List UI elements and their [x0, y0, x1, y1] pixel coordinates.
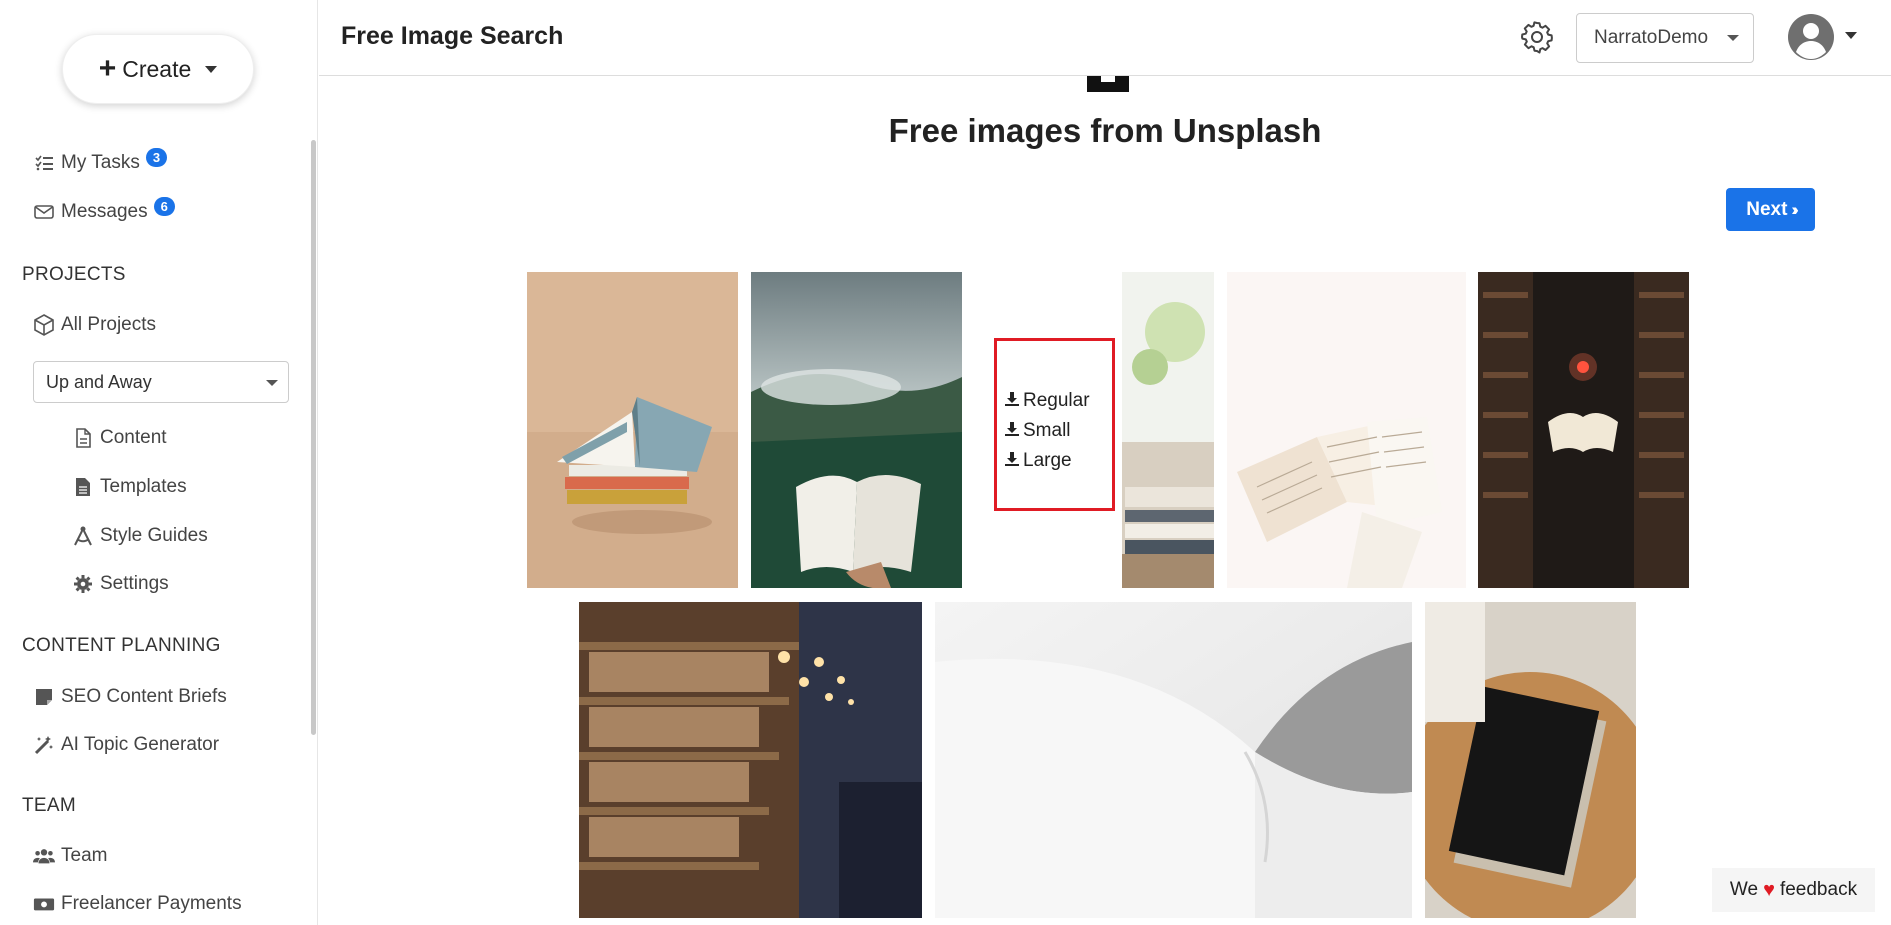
angles-right-icon: ››	[1791, 199, 1799, 219]
download-icon	[1005, 392, 1019, 410]
sidebar-item-messages[interactable]: Messages 6	[33, 196, 175, 223]
feedback-suffix: feedback	[1779, 879, 1858, 900]
sidebar-item-label: My Tasks	[61, 152, 140, 173]
logo-fragment	[1087, 76, 1129, 92]
sidebar-item-style-guides[interactable]: Style Guides	[72, 525, 208, 547]
main-heading: Free images from Unsplash	[888, 112, 1322, 149]
sidebar-item-all-projects[interactable]: All Projects	[33, 314, 156, 336]
compass-drafting-icon	[72, 525, 94, 547]
envelope-icon	[33, 204, 55, 220]
download-large[interactable]: Large	[997, 446, 1112, 476]
sidebar-item-label: Messages	[61, 201, 148, 222]
next-button[interactable]: Next ››	[1726, 188, 1815, 231]
download-label: Regular	[1023, 390, 1090, 411]
note-icon	[33, 688, 55, 706]
sidebar-item-label: Team	[61, 845, 108, 866]
sidebar-item-settings[interactable]: Settings	[72, 573, 169, 595]
image-thumbnail[interactable]	[935, 602, 1412, 918]
feedback-prefix: We	[1729, 879, 1759, 900]
create-label: Create	[122, 55, 192, 82]
chevron-down-icon	[1727, 35, 1739, 41]
chevron-down-icon[interactable]	[1845, 32, 1857, 39]
download-label: Small	[1023, 420, 1071, 441]
top-header: Free Image Search NarratoDemo	[319, 0, 1891, 76]
image-thumbnail[interactable]	[527, 272, 738, 588]
sidebar-item-label: SEO Content Briefs	[61, 686, 227, 707]
sidebar-item-label: Settings	[100, 573, 169, 594]
project-select[interactable]: Up and Away	[33, 361, 289, 403]
account-dropdown[interactable]: NarratoDemo	[1576, 13, 1754, 63]
feedback-button[interactable]: We ♥ feedback	[1712, 868, 1875, 912]
download-regular[interactable]: Regular	[997, 386, 1112, 416]
section-title-projects: PROJECTS	[22, 264, 126, 285]
chevron-down-icon	[266, 380, 278, 386]
sidebar-item-label: AI Topic Generator	[61, 734, 220, 755]
image-thumbnail[interactable]	[751, 272, 962, 588]
file-icon	[72, 428, 94, 448]
money-icon	[33, 896, 55, 912]
section-title-team: TEAM	[22, 795, 76, 816]
sidebar-item-label: All Projects	[61, 314, 157, 335]
project-select-value: Up and Away	[46, 371, 152, 392]
download-label: Large	[1023, 450, 1072, 471]
sidebar-item-ai-topic-generator[interactable]: AI Topic Generator	[33, 734, 219, 756]
plus-icon: +	[98, 52, 117, 85]
sidebar-item-label: Style Guides	[100, 525, 208, 546]
page-title: Free Image Search	[341, 22, 564, 50]
count-badge: 3	[145, 147, 168, 167]
users-icon	[33, 847, 55, 865]
settings-gear-icon[interactable]	[1519, 19, 1555, 55]
download-small[interactable]: Small	[997, 416, 1112, 446]
tasks-icon	[33, 155, 55, 171]
count-badge: 6	[153, 196, 175, 216]
account-name: NarratoDemo	[1594, 27, 1709, 48]
sidebar-item-team[interactable]: Team	[33, 845, 107, 867]
user-circle-icon[interactable]	[1787, 13, 1835, 61]
sidebar-item-templates[interactable]: Templates	[72, 476, 187, 498]
create-button[interactable]: + Create	[62, 34, 254, 104]
image-thumbnail[interactable]	[1425, 602, 1636, 918]
sidebar-item-label: Freelancer Payments	[61, 893, 242, 914]
download-options-menu: Regular Small Large	[994, 338, 1115, 511]
chevron-down-icon	[205, 65, 218, 73]
cube-icon	[33, 314, 55, 336]
sidebar-item-label: Templates	[100, 476, 187, 497]
image-thumbnail[interactable]	[1478, 272, 1689, 588]
gear-icon	[72, 574, 94, 594]
next-label: Next	[1746, 198, 1788, 220]
download-icon	[1005, 452, 1019, 470]
sidebar-item-my-tasks[interactable]: My Tasks 3	[33, 147, 168, 174]
sidebar-scrollbar[interactable]	[311, 140, 316, 735]
file-lines-icon	[72, 477, 94, 497]
sidebar-item-seo-content-briefs[interactable]: SEO Content Briefs	[33, 686, 227, 708]
image-thumbnail[interactable]	[1227, 272, 1466, 588]
sidebar-item-freelancer-payments[interactable]: Freelancer Payments	[33, 893, 242, 915]
heart-icon: ♥	[1763, 878, 1775, 901]
sidebar-item-label: Content	[100, 427, 167, 448]
sidebar-item-content[interactable]: Content	[72, 427, 167, 449]
sidebar: + Create My Tasks 3 Messages 6 PROJECTS …	[0, 0, 318, 925]
image-thumbnail[interactable]	[579, 602, 922, 918]
section-title-content-planning: CONTENT PLANNING	[22, 635, 221, 656]
download-icon	[1005, 422, 1019, 440]
magic-wand-icon	[33, 735, 55, 755]
